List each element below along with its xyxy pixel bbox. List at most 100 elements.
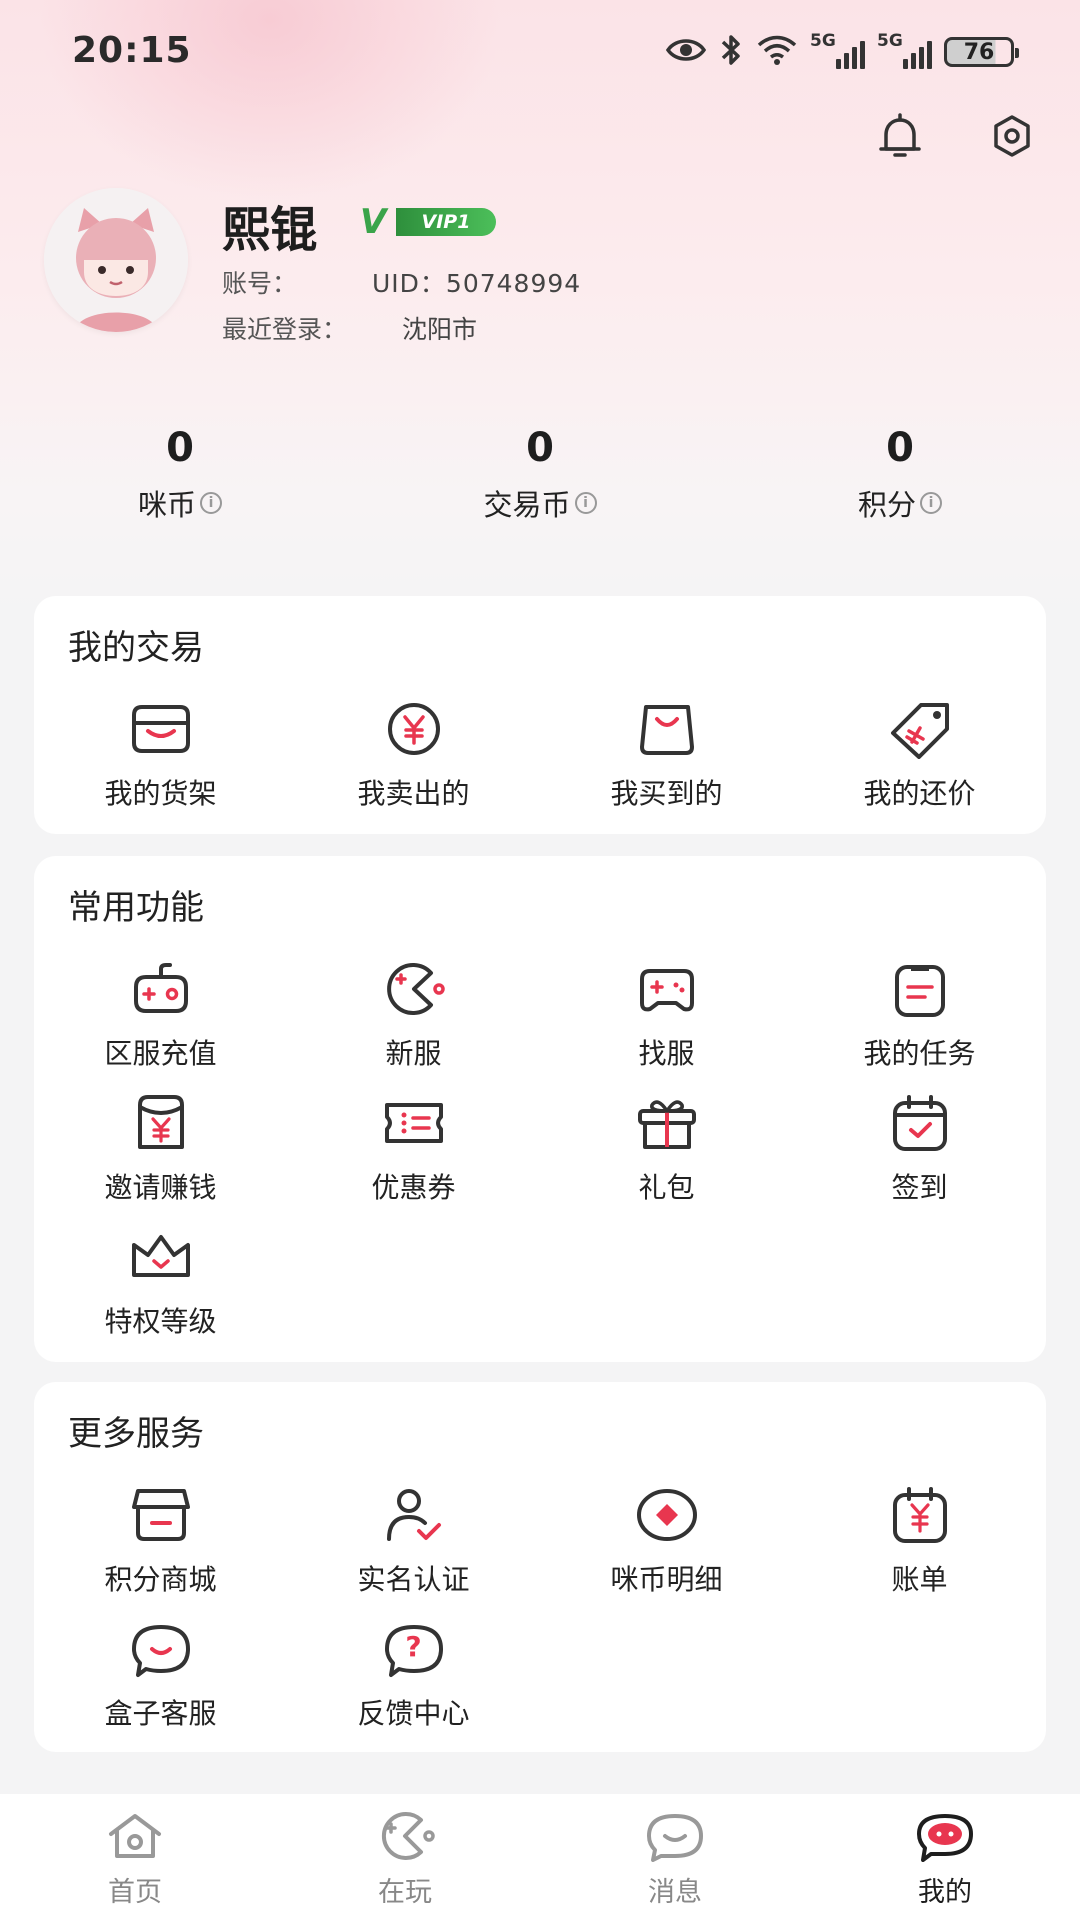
grid-item-label: 特权等级 (104, 1305, 217, 1338)
controller-icon (121, 954, 201, 1024)
tab-label: 我的 (918, 1877, 972, 1908)
stat-value: 0 (526, 425, 554, 471)
info-icon[interactable]: i (200, 492, 222, 514)
grid-item-coupons[interactable]: 优惠券 (287, 1088, 540, 1208)
gamepad-icon (627, 954, 707, 1024)
grid-item-my-shelf[interactable]: 我的货架 (34, 694, 287, 814)
message-icon (643, 1808, 707, 1864)
status-bar: 20:15 5G 5G 76 (0, 0, 1080, 104)
tab-label: 首页 (108, 1877, 162, 1908)
grid-item-label: 咪币明细 (610, 1563, 723, 1596)
battery-icon: 76 (944, 37, 1019, 67)
stat-value: 0 (886, 425, 914, 471)
stat-label: 咪币 (137, 488, 196, 522)
more-services-card: 更多服务 积分商城 实名认证 咪币明细 账单 盒子客服 ? 反馈中心 (34, 1382, 1046, 1752)
bluetooth-icon (718, 33, 744, 71)
tab-label: 在玩 (378, 1877, 432, 1908)
red-envelope-icon (121, 1088, 201, 1158)
wifi-icon (756, 34, 798, 70)
grid-item-feedback[interactable]: ? 反馈中心 (287, 1614, 540, 1734)
avatar-mascot-icon (44, 188, 188, 332)
grid-item-label: 优惠券 (371, 1171, 456, 1204)
grid-item-real-name[interactable]: 实名认证 (287, 1480, 540, 1600)
grid-item-invite-earn[interactable]: 邀请赚钱 (34, 1088, 287, 1208)
grid-item-label: 我买到的 (610, 777, 723, 810)
grid-item-gift-pack[interactable]: 礼包 (540, 1088, 793, 1208)
grid-item-privilege-level[interactable]: 特权等级 (34, 1222, 287, 1342)
status-time: 20:15 (72, 30, 192, 71)
grid-item-label: 积分商城 (104, 1563, 217, 1596)
vip-badge[interactable]: V VIP1 (360, 202, 496, 242)
price-tag-icon (880, 694, 960, 764)
last-login-city: 沈阳市 (402, 315, 478, 344)
grid-item-label: 反馈中心 (357, 1697, 470, 1730)
stat-value: 0 (166, 425, 194, 471)
gear-icon (989, 113, 1035, 163)
battery-level: 76 (963, 39, 995, 65)
status-icons: 5G 5G 76 (665, 31, 1019, 72)
bottom-tab-bar: 首页 在玩 消息 我的 (0, 1794, 1080, 1920)
profile-mascot-icon (913, 1808, 977, 1864)
account-label: 账号： (222, 269, 298, 298)
signal-icon: 5G (877, 31, 932, 69)
info-icon[interactable]: i (920, 492, 942, 514)
signal-label: 5G (877, 31, 903, 51)
grid-item-find-server[interactable]: 找服 (540, 954, 793, 1074)
grid-item-label: 盒子客服 (104, 1697, 217, 1730)
grid-item-bought[interactable]: 我买到的 (540, 694, 793, 814)
grid-item-label: 我的任务 (863, 1037, 976, 1070)
grid-item-mibi-detail[interactable]: 咪币明细 (540, 1480, 793, 1600)
grid-item-label: 我卖出的 (357, 777, 470, 810)
tab-home[interactable]: 首页 (0, 1794, 270, 1920)
grid-item-sold[interactable]: 我卖出的 (287, 694, 540, 814)
my-trade-card: 我的交易 我的货架 我卖出的 我买到的 我的还价 (34, 596, 1046, 834)
gift-icon (627, 1088, 707, 1158)
notification-button[interactable] (870, 108, 930, 168)
feedback-glyph: ? (405, 1629, 422, 1663)
grid-item-new-server[interactable]: 新服 (287, 954, 540, 1074)
info-icon[interactable]: i (574, 492, 597, 514)
bell-icon (875, 111, 925, 165)
grid-item-label: 我的还价 (863, 777, 976, 810)
grid-item-counter-offer[interactable]: 我的还价 (793, 694, 1046, 814)
tab-playing[interactable]: 在玩 (270, 1794, 540, 1920)
customer-service-icon (121, 1614, 201, 1684)
vip-v-mark: V (360, 202, 387, 242)
stat-mibi[interactable]: 0 咪币 i (30, 420, 330, 524)
avatar[interactable] (44, 188, 188, 332)
grid-item-server-recharge[interactable]: 区服充值 (34, 954, 287, 1074)
calendar-check-icon (880, 1088, 960, 1158)
grid-item-label: 邀请赚钱 (104, 1171, 217, 1204)
pacman-icon (374, 954, 454, 1024)
grid-item-points-mall[interactable]: 积分商城 (34, 1480, 287, 1600)
grid-item-label: 礼包 (638, 1171, 695, 1204)
grid-item-label: 我的货架 (104, 777, 217, 810)
shelf-icon (121, 694, 201, 764)
tab-mine[interactable]: 我的 (810, 1794, 1080, 1920)
vip-level: VIP1 (396, 208, 496, 236)
eye-icon (665, 35, 707, 69)
common-functions-card: 常用功能 区服充值 新服 找服 我的任务 邀请赚钱 优惠券 礼包 签到 特权等级 (34, 856, 1046, 1362)
grid-item-label: 新服 (385, 1037, 442, 1070)
settings-button[interactable] (982, 108, 1042, 168)
stat-points[interactable]: 0 积分 i (750, 420, 1050, 524)
bill-icon (880, 1480, 960, 1550)
grid-item-check-in[interactable]: 签到 (793, 1088, 1046, 1208)
tab-label: 消息 (648, 1877, 702, 1908)
shopping-bag-icon (627, 694, 707, 764)
user-check-icon (374, 1480, 454, 1550)
grid-item-customer-service[interactable]: 盒子客服 (34, 1614, 287, 1734)
section-title: 更多服务 (68, 1414, 204, 1454)
coin-detail-icon (627, 1480, 707, 1550)
feedback-icon: ? (374, 1614, 454, 1684)
tab-messages[interactable]: 消息 (540, 1794, 810, 1920)
store-icon (121, 1480, 201, 1550)
grid-item-my-tasks[interactable]: 我的任务 (793, 954, 1046, 1074)
stat-trade-coin[interactable]: 0 交易币 i (390, 420, 690, 524)
grid-item-label: 签到 (891, 1171, 948, 1204)
signal-icon: 5G (810, 31, 865, 69)
last-login-label: 最近登录： (222, 315, 348, 344)
clipboard-icon (880, 954, 960, 1024)
grid-item-label: 找服 (638, 1037, 695, 1070)
grid-item-bill[interactable]: 账单 (793, 1480, 1046, 1600)
